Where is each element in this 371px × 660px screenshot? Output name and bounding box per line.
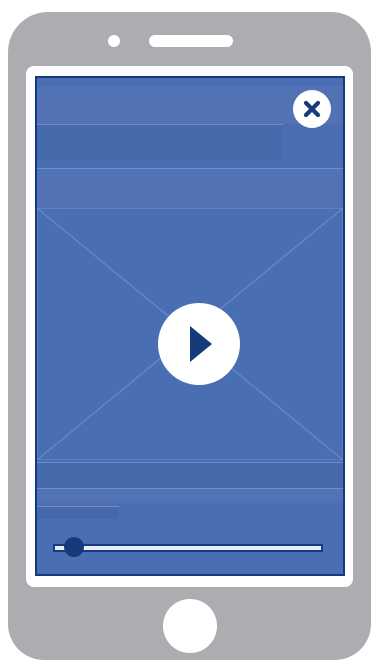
play-button[interactable] [158, 303, 240, 385]
play-icon [190, 326, 212, 362]
close-icon [303, 100, 321, 118]
close-button[interactable] [293, 90, 331, 128]
home-button[interactable] [163, 599, 217, 653]
video-player-screen [35, 76, 345, 576]
caption-placeholder [37, 462, 343, 489]
subtitle-placeholder [37, 168, 343, 209]
progress-handle[interactable] [63, 537, 84, 557]
earpiece-speaker [149, 35, 233, 47]
front-camera [108, 35, 120, 47]
progress-bar[interactable] [53, 537, 323, 557]
title-placeholder [37, 124, 283, 161]
timestamp-placeholder [37, 506, 119, 519]
meta-placeholder [37, 488, 343, 503]
